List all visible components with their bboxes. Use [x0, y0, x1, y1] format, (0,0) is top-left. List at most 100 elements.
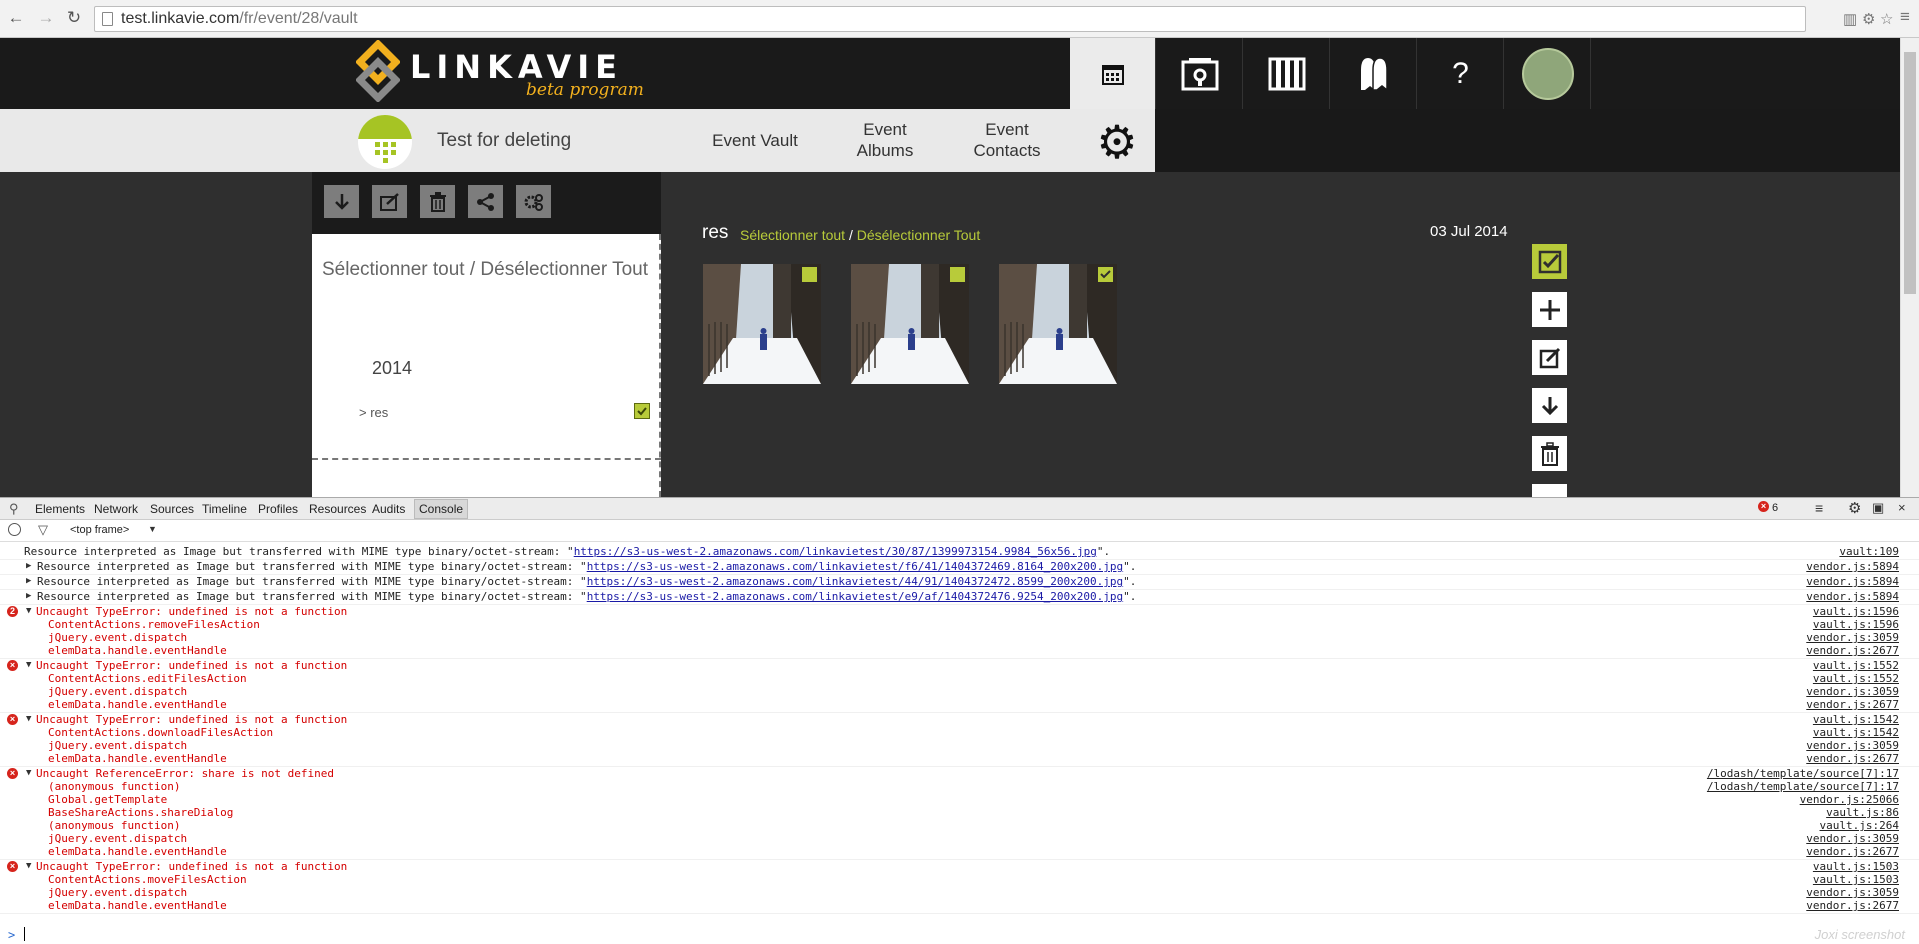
- source-link[interactable]: /lodash/template/source[7]:17: [1707, 767, 1899, 780]
- photo-checkbox[interactable]: [802, 267, 817, 282]
- share-button[interactable]: [468, 185, 503, 218]
- nav-albums[interactable]: [1244, 38, 1330, 109]
- frame-selector[interactable]: <top frame>: [70, 524, 129, 536]
- tab-event-albums[interactable]: Event Albums: [838, 119, 932, 161]
- source-link[interactable]: vendor.js:2677: [1806, 899, 1899, 912]
- source-link[interactable]: vault.js:1503: [1813, 873, 1899, 886]
- tab-event-vault[interactable]: Event Vault: [705, 130, 805, 151]
- back-icon[interactable]: ←: [6, 8, 26, 28]
- source-link[interactable]: vault.js:1542: [1813, 713, 1899, 726]
- tab-elements[interactable]: Elements: [35, 502, 85, 516]
- delete-button[interactable]: [420, 185, 455, 218]
- translate-icon[interactable]: ▥: [1843, 10, 1857, 28]
- source-link[interactable]: vault.js:1596: [1813, 605, 1899, 618]
- scrollbar-thumb[interactable]: [1904, 52, 1916, 294]
- collapse-caret-icon[interactable]: ▼: [26, 713, 31, 726]
- collapse-caret-icon[interactable]: ▼: [26, 860, 31, 873]
- tab-event-contacts[interactable]: Event Contacts: [955, 119, 1059, 161]
- add-button[interactable]: [1532, 292, 1567, 327]
- resource-link[interactable]: https://s3-us-west-2.amazonaws.com/linka…: [574, 545, 1097, 558]
- tab-resources[interactable]: Resources: [309, 502, 366, 516]
- tab-timeline[interactable]: Timeline: [202, 502, 247, 516]
- event-settings-gear-icon[interactable]: ⚙: [1094, 119, 1140, 165]
- tab-profiles[interactable]: Profiles: [258, 502, 298, 516]
- source-link[interactable]: vault:109: [1839, 545, 1899, 558]
- source-link[interactable]: vault.js:1542: [1813, 726, 1899, 739]
- download-files-button[interactable]: [1532, 388, 1567, 423]
- console-prompt[interactable]: >: [0, 925, 1919, 944]
- nav-contacts[interactable]: [1331, 38, 1417, 109]
- source-link[interactable]: vendor.js:3059: [1806, 886, 1899, 899]
- nav-events[interactable]: [1070, 38, 1156, 109]
- expand-caret-icon[interactable]: ▶: [26, 560, 31, 573]
- select-all-toggle[interactable]: Sélectionner tout / Désélectionner Tout: [320, 254, 650, 286]
- photo-checkbox[interactable]: [1098, 267, 1113, 282]
- chevron-down-icon[interactable]: ▼: [148, 524, 157, 534]
- source-link[interactable]: vendor.js:3059: [1806, 739, 1899, 752]
- source-link[interactable]: vendor.js:3059: [1806, 631, 1899, 644]
- resource-link[interactable]: https://s3-us-west-2.amazonaws.com/linka…: [587, 590, 1123, 603]
- source-link[interactable]: vault.js:1503: [1813, 860, 1899, 873]
- menu-icon[interactable]: ≡: [1900, 7, 1910, 27]
- settings-icon[interactable]: ⚙: [1862, 10, 1875, 28]
- source-link[interactable]: vendor.js:2677: [1806, 644, 1899, 657]
- expand-caret-icon[interactable]: ▶: [26, 590, 31, 603]
- devtools-settings-icon[interactable]: ⚙: [1848, 499, 1861, 517]
- source-link[interactable]: vendor.js:2677: [1806, 698, 1899, 711]
- source-link[interactable]: vendor.js:5894: [1806, 575, 1899, 588]
- drawer-toggle-icon[interactable]: ≡: [1815, 500, 1823, 516]
- source-link[interactable]: vendor.js:2677: [1806, 752, 1899, 765]
- address-bar[interactable]: test.linkavie.com/fr/event/28/vault: [94, 6, 1806, 32]
- album-item-res[interactable]: > res: [359, 405, 388, 420]
- clear-console-icon[interactable]: [8, 523, 21, 536]
- inspect-search-icon[interactable]: ⚲: [9, 501, 19, 517]
- source-link[interactable]: vault.js:1552: [1813, 659, 1899, 672]
- bookmark-star-icon[interactable]: ☆: [1880, 10, 1893, 28]
- help-button[interactable]: ?: [1418, 38, 1504, 109]
- resource-link[interactable]: https://s3-us-west-2.amazonaws.com/linka…: [587, 560, 1123, 573]
- nav-vault[interactable]: [1157, 38, 1243, 109]
- nav-profile[interactable]: [1505, 38, 1591, 109]
- dock-icon[interactable]: ▣: [1872, 500, 1884, 516]
- source-link[interactable]: vendor.js:25066: [1800, 793, 1899, 806]
- delete-files-button[interactable]: [1532, 436, 1567, 471]
- source-link[interactable]: vendor.js:3059: [1806, 832, 1899, 845]
- resource-link[interactable]: https://s3-us-west-2.amazonaws.com/linka…: [587, 575, 1123, 588]
- album-checkbox[interactable]: [634, 403, 650, 419]
- collapse-caret-icon[interactable]: ▼: [26, 605, 31, 618]
- tab-network[interactable]: Network: [94, 502, 138, 516]
- event-icon[interactable]: [358, 115, 412, 169]
- deselect-all-link[interactable]: Désélectionner Tout: [857, 227, 980, 243]
- close-devtools-icon[interactable]: ×: [1898, 500, 1906, 515]
- share-files-button[interactable]: [1532, 484, 1567, 497]
- edit-button[interactable]: [372, 185, 407, 218]
- error-count[interactable]: 6: [1772, 502, 1778, 514]
- forward-icon[interactable]: →: [36, 8, 56, 28]
- source-link[interactable]: vendor.js:5894: [1806, 560, 1899, 573]
- tab-console[interactable]: Console: [414, 499, 469, 519]
- page-scrollbar[interactable]: [1900, 38, 1919, 497]
- select-all-link[interactable]: Sélectionner tout: [740, 227, 845, 243]
- tab-audits[interactable]: Audits: [372, 502, 405, 516]
- source-link[interactable]: /lodash/template/source[7]:17: [1707, 780, 1899, 793]
- source-link[interactable]: vault.js:264: [1820, 819, 1899, 832]
- filter-icon[interactable]: ▽: [38, 522, 48, 538]
- photo-thumbnail[interactable]: [999, 264, 1117, 384]
- collapse-caret-icon[interactable]: ▼: [26, 659, 31, 672]
- source-link[interactable]: vault.js:1552: [1813, 672, 1899, 685]
- photo-thumbnail[interactable]: [851, 264, 969, 384]
- source-link[interactable]: vendor.js:5894: [1806, 590, 1899, 603]
- download-button[interactable]: [324, 185, 359, 218]
- edit-files-button[interactable]: [1532, 340, 1567, 375]
- move-button[interactable]: [516, 185, 551, 218]
- linkavie-logo[interactable]: [355, 39, 401, 107]
- tab-sources[interactable]: Sources: [150, 502, 194, 516]
- select-mode-button[interactable]: [1532, 244, 1567, 279]
- source-link[interactable]: vault.js:1596: [1813, 618, 1899, 631]
- photo-thumbnail[interactable]: [703, 264, 821, 384]
- source-link[interactable]: vendor.js:2677: [1806, 845, 1899, 858]
- photo-checkbox[interactable]: [950, 267, 965, 282]
- error-count-icon[interactable]: ×: [1758, 501, 1769, 512]
- expand-caret-icon[interactable]: ▶: [26, 575, 31, 588]
- collapse-caret-icon[interactable]: ▼: [26, 767, 31, 780]
